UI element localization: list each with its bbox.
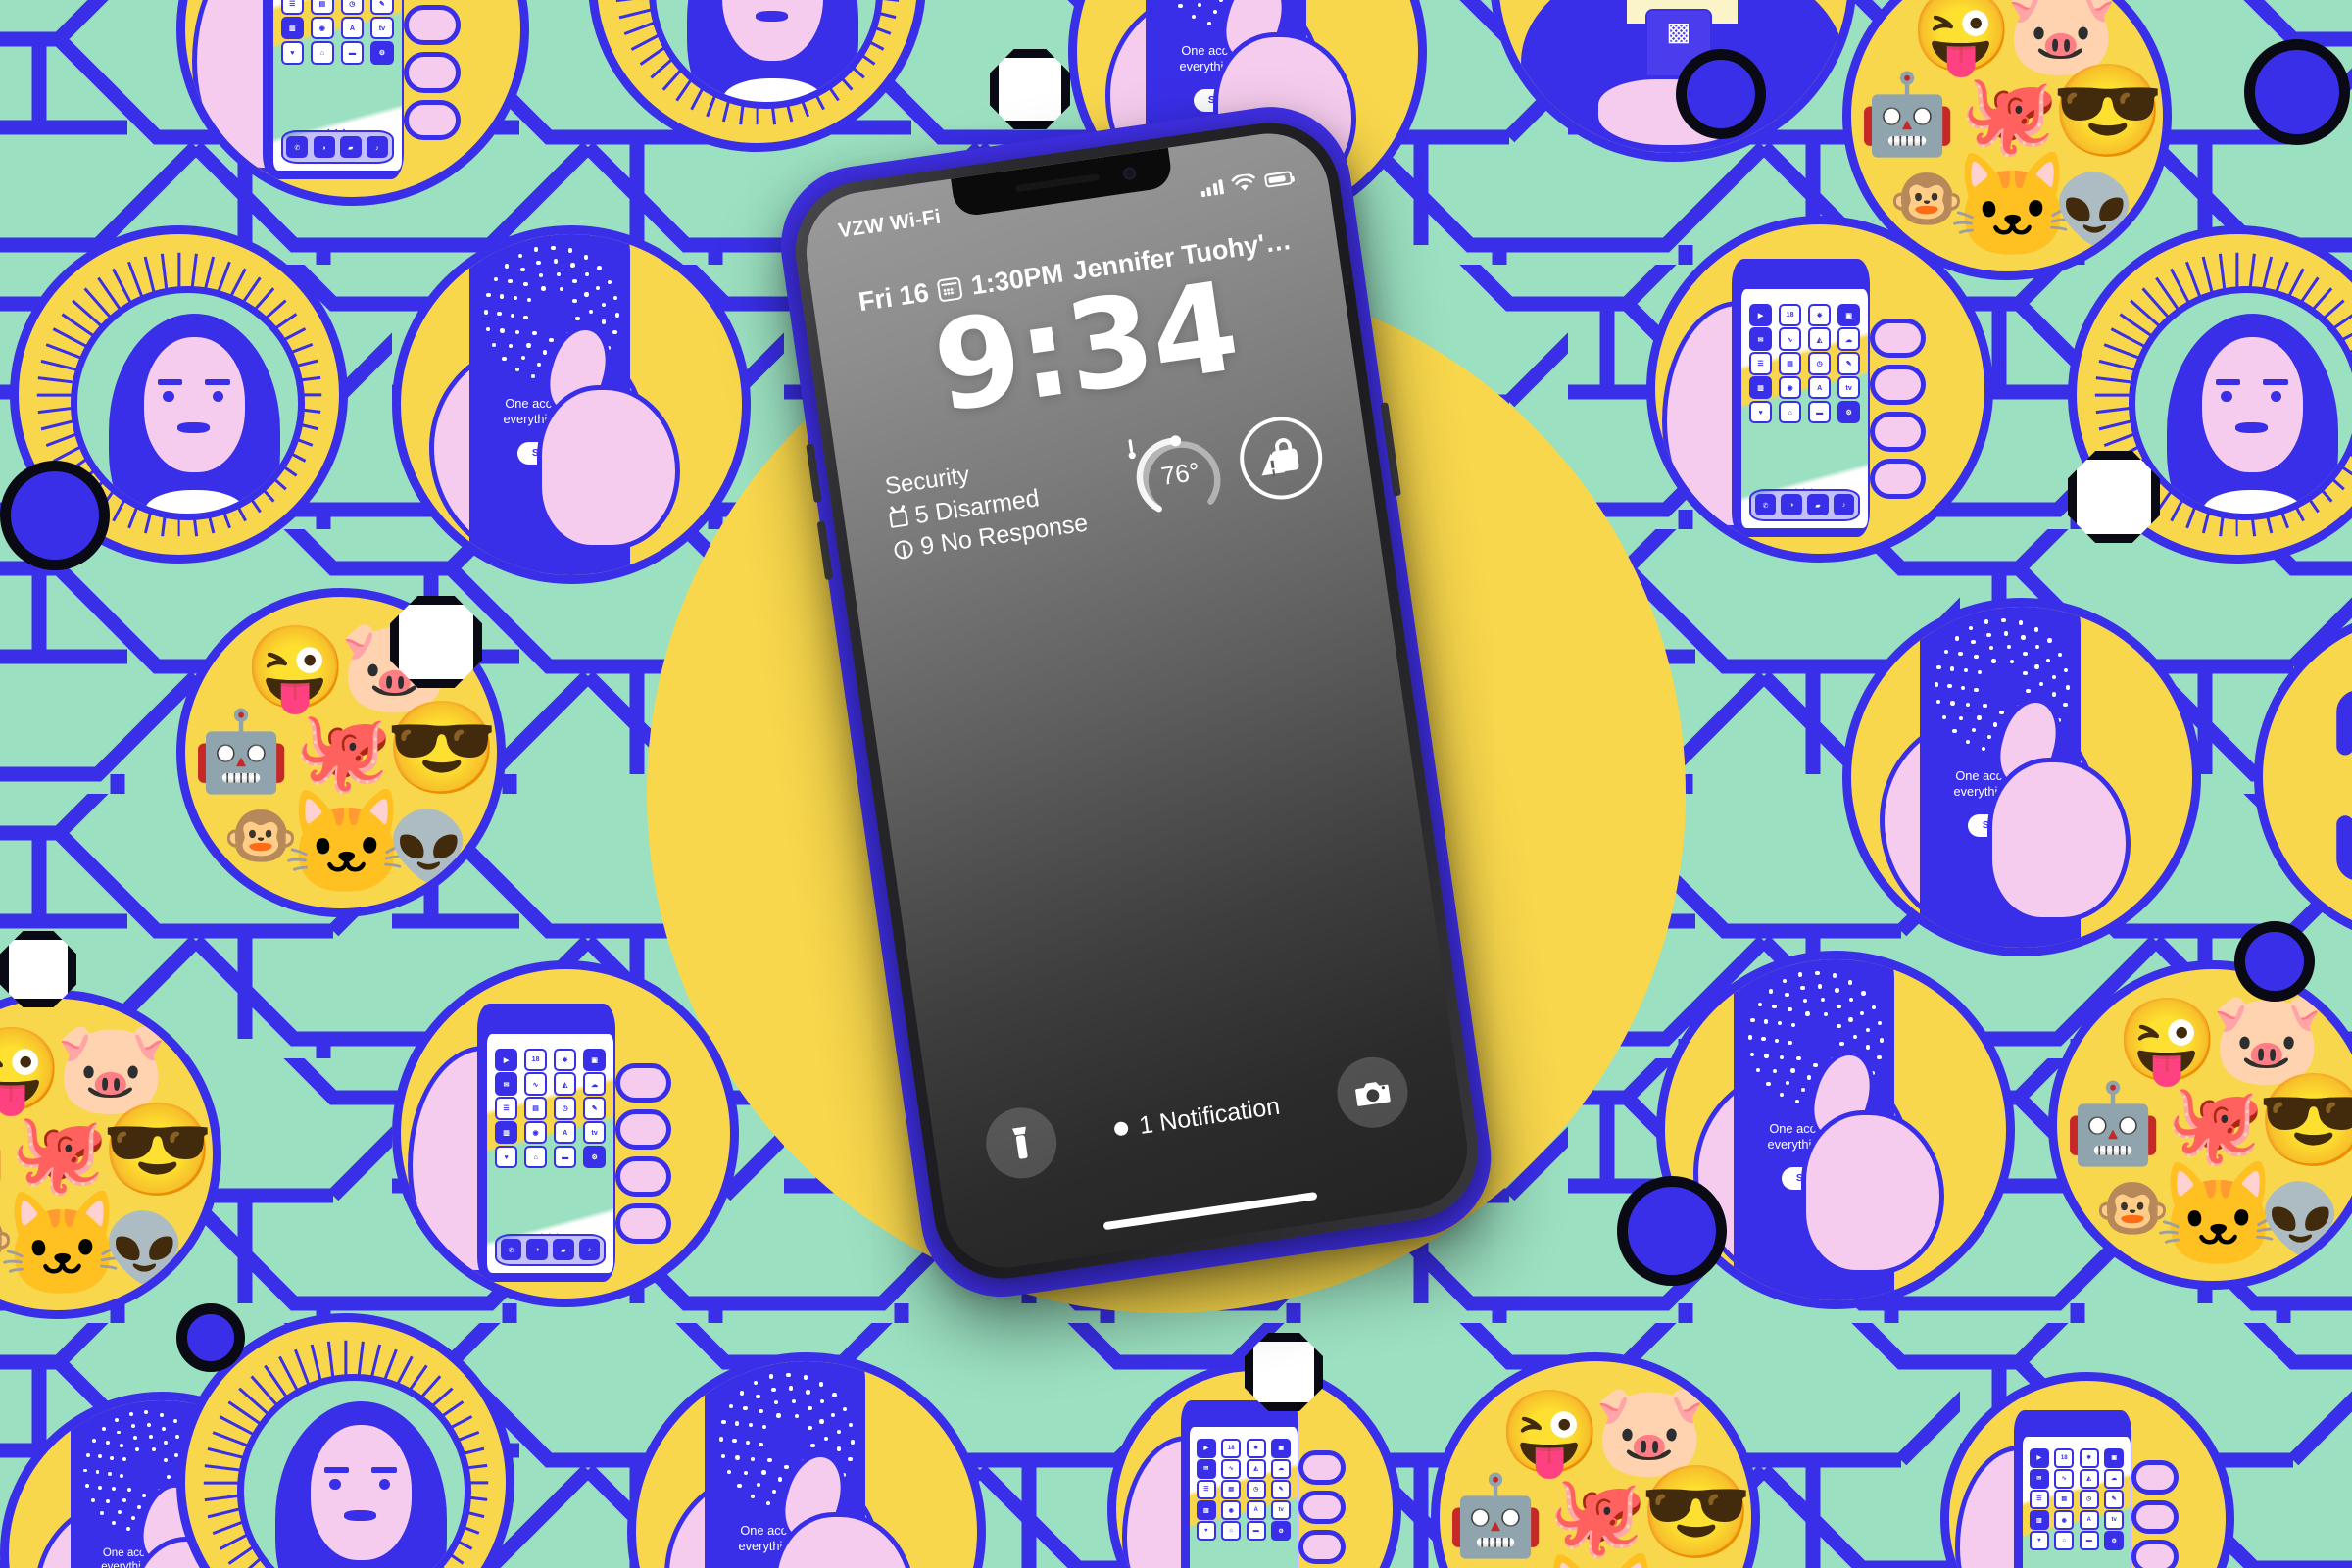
decorative-blue-circle xyxy=(2234,921,2315,1002)
notification-summary[interactable]: 1 Notification xyxy=(1112,1092,1282,1144)
carrier-label: VZW Wi-Fi xyxy=(836,205,943,242)
warning-triangle-icon xyxy=(1258,452,1286,476)
decorative-white-octagon xyxy=(2068,451,2160,543)
flashlight-icon xyxy=(1011,1126,1028,1159)
temperature-widget[interactable]: 76° xyxy=(1128,425,1232,527)
lock-screen-bottom: 1 Notification xyxy=(931,1046,1463,1191)
decorative-blue-circle xyxy=(176,1303,245,1372)
decorative-blue-circle xyxy=(2244,39,2350,145)
temperature-value: 76° xyxy=(1158,456,1201,491)
decorative-white-octagon xyxy=(990,49,1070,129)
wifi-icon xyxy=(1231,172,1255,191)
flashlight-button[interactable] xyxy=(981,1102,1061,1184)
notification-count-label: 1 Notification xyxy=(1137,1092,1282,1140)
home-indicator[interactable] xyxy=(1102,1191,1318,1231)
battery-icon xyxy=(1263,170,1294,188)
alarm-icon xyxy=(888,509,909,528)
lock-shackle xyxy=(1273,436,1293,452)
exclamation-circle-icon xyxy=(893,539,914,561)
decorative-blue-circle xyxy=(1676,49,1766,139)
camera-icon xyxy=(1355,1081,1391,1106)
cellular-bars-icon xyxy=(1200,179,1225,198)
security-widget[interactable]: Security 5 Disarmed 9 No Response xyxy=(883,441,1127,565)
decorative-white-octagon xyxy=(0,931,76,1007)
notification-dot xyxy=(1112,1120,1129,1137)
decorative-blue-circle xyxy=(1617,1176,1727,1286)
camera-button[interactable] xyxy=(1332,1053,1413,1133)
decorative-white-octagon xyxy=(1245,1333,1323,1411)
decorative-blue-circle xyxy=(0,461,110,570)
lock-widget[interactable] xyxy=(1234,411,1328,506)
decorative-white-octagon xyxy=(390,596,482,688)
